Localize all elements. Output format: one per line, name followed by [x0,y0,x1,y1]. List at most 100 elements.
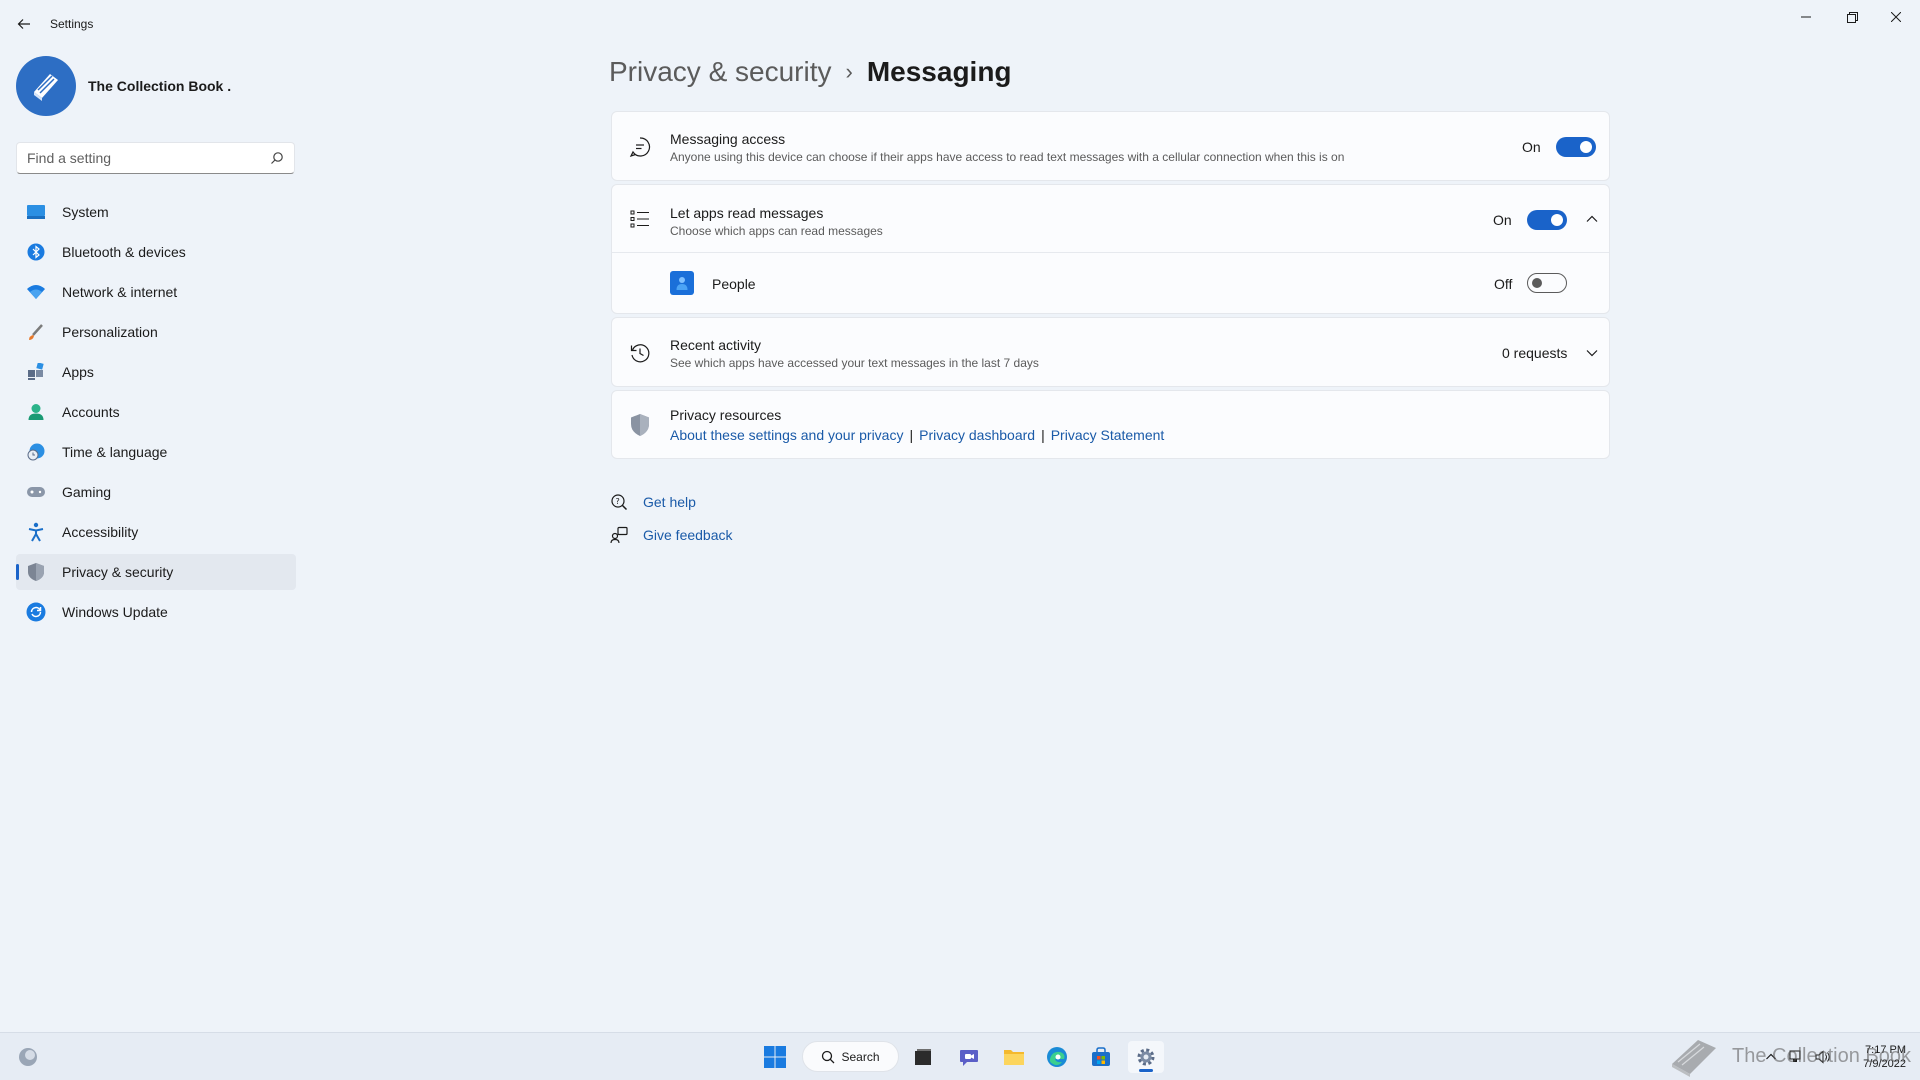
title-bar: Settings [0,0,1920,48]
close-icon [1891,12,1901,22]
edge-button[interactable] [1039,1041,1075,1073]
give-feedback-row[interactable]: Give feedback [609,525,733,545]
taskbar-search-label: Search [841,1049,880,1064]
about-privacy-link[interactable]: About these settings and your privacy [670,427,903,443]
recent-activity-card[interactable]: Recent activity See which apps have acce… [611,317,1610,387]
store-button[interactable] [1083,1041,1119,1073]
sidebar-item-bluetooth[interactable]: Bluetooth & devices [16,234,296,270]
sidebar-item-windows-update[interactable]: Windows Update [16,594,296,630]
shield-icon [628,413,652,437]
recent-activity-description: See which apps have accessed your text m… [670,356,1039,370]
let-apps-read-messages-title: Let apps read messages [670,205,824,221]
let-apps-read-messages-toggle[interactable] [1527,210,1567,230]
sidebar-item-gaming[interactable]: Gaming [16,474,296,510]
back-button[interactable] [12,12,36,36]
let-apps-read-messages-header[interactable]: Let apps read messages Choose which apps… [612,185,1609,253]
system-icon [26,202,46,222]
chat-button[interactable] [951,1041,987,1073]
sidebar-item-accessibility[interactable]: Accessibility [16,514,296,550]
sidebar-nav: System Bluetooth & devices Network & int… [16,194,296,634]
start-button[interactable] [757,1041,793,1073]
people-app-icon [670,271,694,295]
messaging-access-state: On [1522,139,1541,155]
brush-icon [26,322,46,342]
edge-browser-icon [1047,1047,1067,1067]
profile-name: The Collection Book . [88,78,232,94]
sidebar-item-apps[interactable]: Apps [16,354,296,390]
apps-icon [26,362,46,382]
chevron-down-icon[interactable] [1585,346,1601,362]
book-icon [34,74,58,101]
sidebar-item-label: Windows Update [62,604,168,620]
settings-taskbar-button[interactable] [1128,1041,1164,1073]
sidebar-item-privacy-security[interactable]: Privacy & security [16,554,296,590]
app-row-people: People Off [612,254,1609,314]
book-logo-icon [1672,1040,1716,1077]
bluetooth-icon [26,242,46,262]
privacy-resources-card: Privacy resources About these settings a… [611,390,1610,459]
taskbar-search-button[interactable]: Search [802,1041,899,1072]
globe-clock-icon [26,442,46,462]
get-help-link[interactable]: Get help [643,494,696,510]
people-app-toggle[interactable] [1527,273,1567,293]
search-input[interactable] [27,150,270,166]
chevron-up-icon[interactable] [1585,212,1601,228]
let-apps-state: On [1493,212,1512,228]
sidebar-item-label: Privacy & security [62,564,174,580]
get-help-icon: ? [609,492,629,512]
back-arrow-icon [17,19,30,29]
minimize-button[interactable] [1783,4,1829,30]
messaging-access-title: Messaging access [670,131,786,147]
close-button[interactable] [1873,4,1919,30]
history-icon [628,341,652,365]
wifi-icon [26,282,46,302]
privacy-links: About these settings and your privacy | … [670,427,1164,443]
file-explorer-button[interactable] [996,1041,1032,1073]
teams-chat-icon [960,1050,978,1066]
sidebar-item-personalization[interactable]: Personalization [16,314,296,350]
sidebar-item-label: System [62,204,109,220]
sidebar-item-label: Bluetooth & devices [62,244,186,260]
restore-button[interactable] [1829,4,1875,30]
get-help-row[interactable]: ? Get help [609,492,696,512]
breadcrumb-parent-link[interactable]: Privacy & security [609,56,832,88]
sidebar-item-system[interactable]: System [16,194,296,230]
feedback-icon [609,525,629,545]
messaging-access-description: Anyone using this device can choose if t… [670,150,1345,164]
taskbar: Search 7:17 PM 7/9/2022 [0,1032,1920,1080]
widgets-button[interactable] [10,1041,46,1073]
store-icon [1092,1047,1110,1066]
sidebar-item-time-language[interactable]: Time & language [16,434,296,470]
settings-search[interactable] [16,142,295,174]
user-profile[interactable]: The Collection Book . [16,56,231,116]
minimize-icon [1801,16,1811,18]
recent-activity-title: Recent activity [670,337,762,353]
restore-icon [1846,11,1858,23]
sidebar-item-label: Network & internet [62,284,178,300]
sidebar-item-network[interactable]: Network & internet [16,274,296,310]
breadcrumb: Privacy & security › Messaging [609,56,1012,88]
sidebar-item-label: Personalization [62,324,158,340]
folder-icon [1004,1050,1024,1065]
update-icon [26,602,46,622]
link-separator: | [909,427,914,443]
privacy-statement-link[interactable]: Privacy Statement [1051,427,1165,443]
gear-icon [1137,1048,1155,1066]
sidebar-item-label: Gaming [62,484,112,500]
chevron-right-icon: › [845,59,853,84]
search-icon[interactable] [270,151,284,165]
watermark-text: The Collection Book [1732,1044,1911,1067]
give-feedback-link[interactable]: Give feedback [643,527,733,543]
account-icon [26,402,46,422]
privacy-resources-title: Privacy resources [670,407,782,423]
recent-activity-count: 0 requests [1502,345,1568,361]
shield-icon [26,562,46,582]
sidebar-item-accounts[interactable]: Accounts [16,394,296,430]
privacy-dashboard-link[interactable]: Privacy dashboard [919,427,1035,443]
page-title: Messaging [866,56,1012,87]
sidebar-item-label: Time & language [62,444,168,460]
weather-icon [19,1048,37,1066]
task-view-button[interactable] [905,1041,941,1073]
messaging-access-toggle[interactable] [1556,137,1596,157]
svg-text:?: ? [616,497,620,506]
